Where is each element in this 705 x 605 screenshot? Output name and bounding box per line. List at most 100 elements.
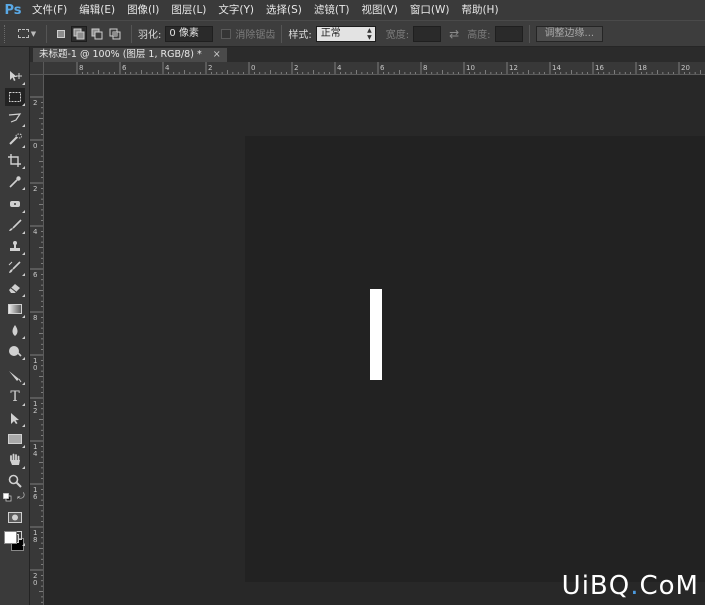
ruler-label: 8 — [79, 64, 83, 72]
pen-tool[interactable] — [5, 367, 25, 385]
ruler-label: 2 — [294, 64, 298, 72]
spot-healing-tool[interactable] — [5, 195, 25, 213]
style-select[interactable]: 正常 ▲ ▼ — [315, 25, 376, 42]
menu-help[interactable]: 帮助(H) — [455, 0, 504, 20]
quick-mask-button[interactable] — [5, 508, 25, 526]
default-colors-button[interactable] — [2, 492, 12, 502]
tool-flyout-indicator — [22, 103, 25, 106]
add-selection-icon — [73, 28, 85, 39]
tool-flyout-indicator — [22, 231, 25, 234]
lasso-icon — [8, 113, 22, 123]
menu-edit[interactable]: 编辑(E) — [73, 0, 121, 20]
close-icon[interactable]: × — [213, 49, 221, 60]
eyedropper-tool[interactable] — [5, 172, 25, 190]
refine-edge-button[interactable]: 调整边缘... — [535, 25, 604, 42]
ruler-label: 2 — [33, 185, 37, 193]
ruler-label: 6 — [122, 64, 127, 72]
swap-dimensions-icon[interactable]: ⇄ — [449, 27, 459, 41]
ruler-label: 6 — [33, 493, 38, 501]
blur-tool[interactable] — [5, 321, 25, 339]
zoom-tool[interactable] — [5, 472, 25, 490]
path-selection-tool[interactable] — [5, 409, 25, 427]
feather-input[interactable]: 0 像素 — [165, 25, 214, 42]
width-input[interactable] — [413, 25, 442, 42]
history-brush-icon — [8, 260, 21, 273]
crop-tool[interactable] — [5, 151, 25, 169]
photoshop-logo: Ps — [4, 2, 22, 18]
tools-panel: T ⤾ — [0, 47, 30, 605]
options-grip[interactable] — [4, 24, 8, 43]
ruler-label: 2 — [33, 99, 37, 107]
menu-window[interactable]: 窗口(W) — [404, 0, 456, 20]
ruler-label: 6 — [33, 271, 38, 279]
pen-icon — [9, 370, 22, 382]
history-brush-tool[interactable] — [5, 258, 25, 276]
type-icon: T — [10, 389, 20, 405]
quick-selection-icon — [9, 133, 22, 145]
divider — [528, 24, 530, 43]
ruler-label: 6 — [380, 64, 385, 72]
gradient-tool[interactable] — [5, 300, 25, 318]
eyedropper-icon — [9, 175, 21, 188]
dodge-tool[interactable] — [5, 342, 25, 360]
ruler-origin[interactable] — [30, 62, 44, 75]
watermark-text-a: UiBQ — [561, 571, 631, 601]
new-selection-button[interactable] — [53, 26, 69, 42]
document-canvas[interactable] — [245, 136, 705, 582]
menu-select[interactable]: 选择(S) — [260, 0, 308, 20]
clone-stamp-tool[interactable] — [5, 237, 25, 255]
vertical-ruler-ticks: 202468101214161820 — [30, 96, 43, 603]
style-select-value: 正常 — [320, 27, 341, 39]
horizontal-ruler[interactable]: 8 6 4 2 0 2 4 6 8 10 12 14 16 18 20 — [44, 62, 705, 75]
updown-arrows-icon: ▲ ▼ — [367, 26, 372, 41]
lasso-tool[interactable] — [5, 109, 25, 127]
move-tool[interactable] — [5, 67, 25, 85]
eraser-tool[interactable] — [5, 279, 25, 297]
marquee-tool[interactable] — [5, 88, 25, 106]
clone-stamp-icon — [10, 240, 20, 251]
foreground-color-swatch[interactable] — [4, 531, 17, 544]
menu-layer[interactable]: 图层(L) — [165, 0, 212, 20]
add-to-selection-button[interactable] — [71, 25, 87, 42]
type-tool[interactable]: T — [5, 388, 25, 406]
menu-image[interactable]: 图像(I) — [121, 0, 165, 20]
shape-tool[interactable] — [5, 430, 25, 448]
layer-1-white-bar[interactable] — [370, 289, 382, 380]
height-label: 高度: — [467, 30, 491, 41]
quick-selection-tool[interactable] — [5, 130, 25, 148]
vertical-ruler[interactable]: 202468101214161820 — [30, 75, 44, 605]
ruler-label: 10 — [466, 64, 475, 72]
chevron-down-icon: ▼ — [30, 29, 37, 38]
gradient-icon — [8, 304, 22, 314]
swap-colors-button[interactable]: ⤾ — [16, 492, 26, 502]
brush-tool[interactable] — [5, 216, 25, 234]
tool-flyout-indicator — [22, 424, 25, 427]
ruler-label: 12 — [509, 64, 518, 72]
ruler-label: 2 — [33, 407, 37, 415]
menu-file[interactable]: 文件(F) — [26, 0, 73, 20]
menu-view[interactable]: 视图(V) — [355, 0, 403, 20]
new-selection-icon — [57, 29, 65, 38]
menu-filter[interactable]: 滤镜(T) — [308, 0, 356, 20]
ruler-label: 20 — [681, 64, 690, 72]
default-colors-icon — [2, 492, 11, 501]
ruler-label: 4 — [33, 450, 38, 458]
hand-tool[interactable] — [5, 451, 25, 469]
tool-flyout-indicator — [22, 382, 25, 385]
options-bar: ▼ 羽化: 0 像素 消除锯齿 样式: 正常 ▲ ▼ 宽度: ⇄ 高度: 调整边缘… — [0, 20, 705, 47]
ruler-label: 8 — [33, 314, 37, 322]
tool-preset-picker[interactable]: ▼ — [14, 25, 40, 43]
divider — [131, 24, 132, 43]
height-input[interactable] — [494, 25, 523, 42]
tool-flyout-indicator — [22, 273, 25, 276]
dodge-icon — [9, 346, 22, 357]
subtract-from-selection-button[interactable] — [89, 26, 105, 42]
document-tab[interactable]: 未标题-1 @ 100% (图层 1, RGB/8) * × — [33, 48, 227, 62]
tool-flyout-indicator — [22, 403, 25, 406]
intersect-selection-button[interactable] — [107, 26, 123, 42]
horizontal-ruler-ticks: 8 6 4 2 0 2 4 6 8 10 12 14 16 18 20 — [76, 62, 701, 74]
menu-type[interactable]: 文字(Y) — [212, 0, 260, 20]
rectangular-marquee-icon — [9, 92, 21, 102]
ruler-label: 18 — [638, 64, 647, 72]
antialias-checkbox[interactable] — [221, 28, 232, 39]
